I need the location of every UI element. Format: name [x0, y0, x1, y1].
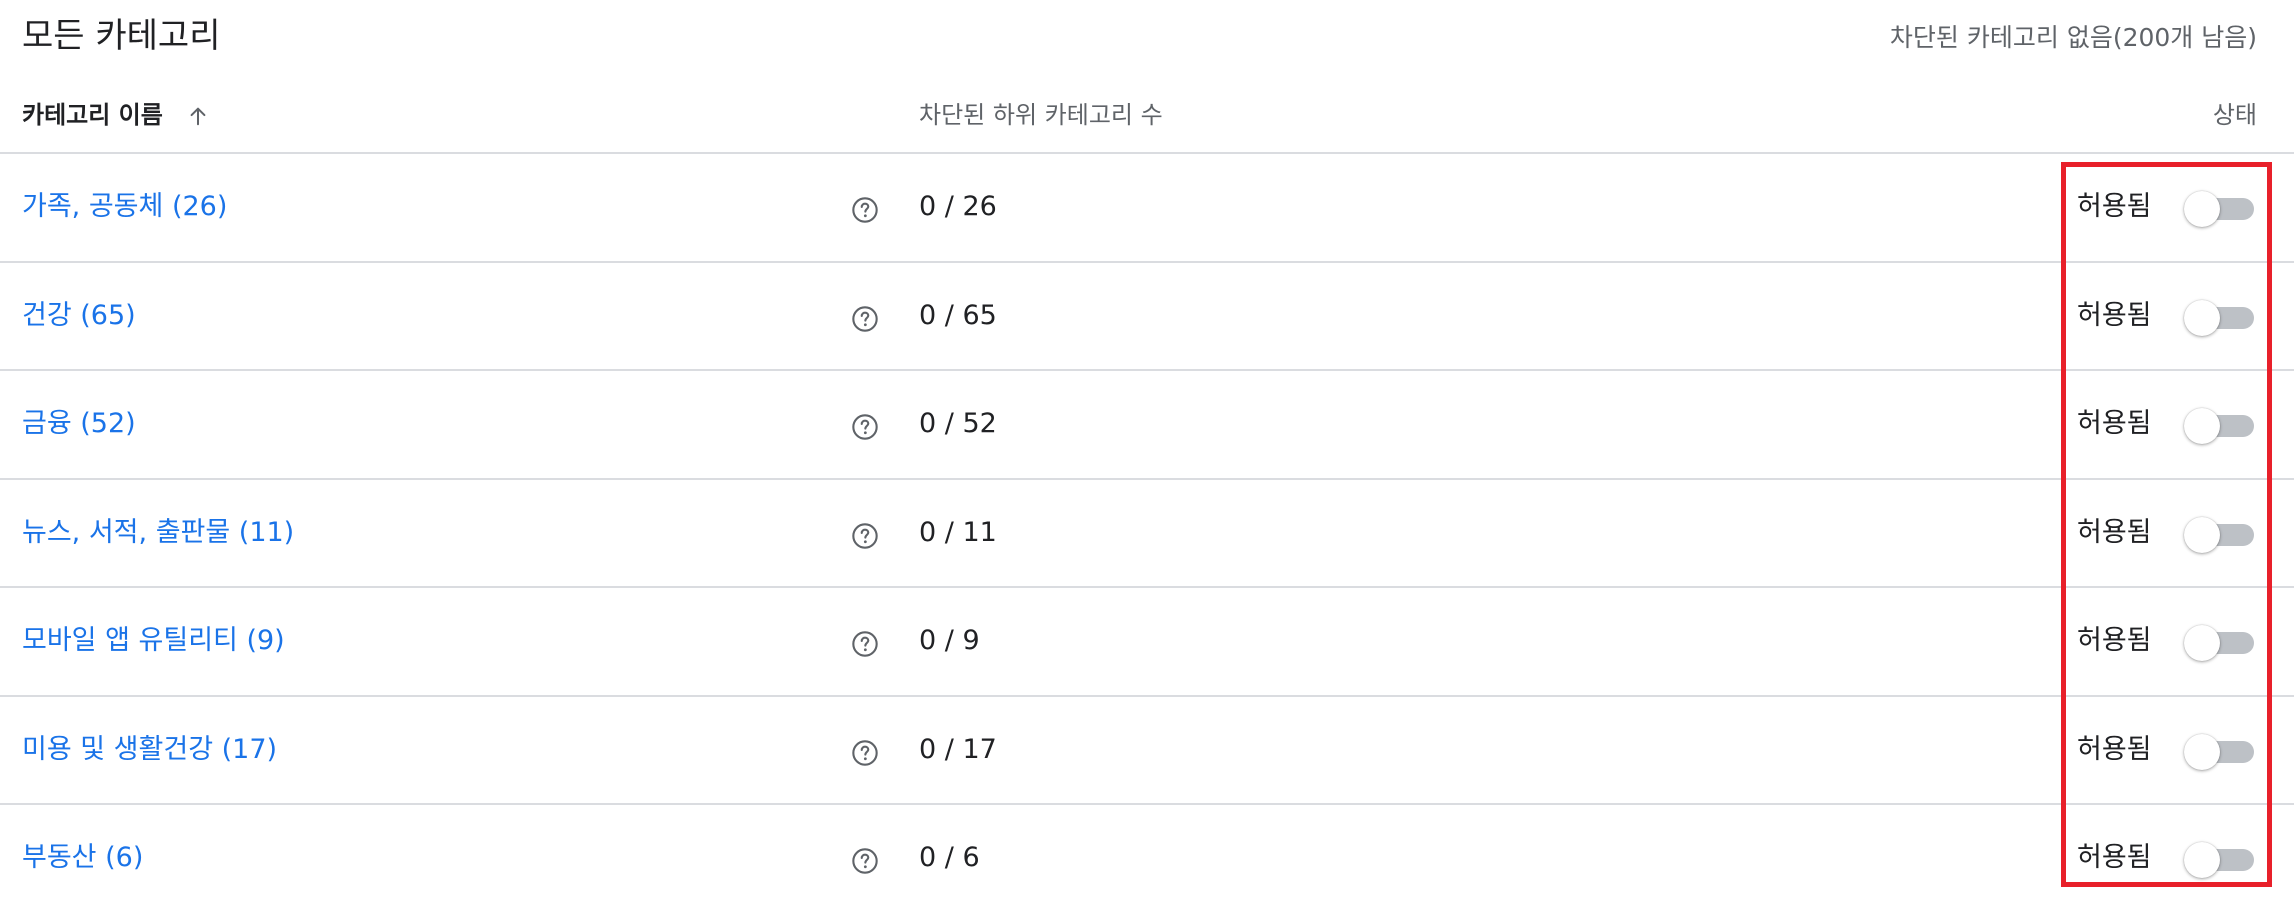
category-link[interactable]: 건강 (65)	[22, 297, 136, 335]
table-row: 모바일 앱 유틸리티 (9) 0 / 9 허용됨	[0, 588, 2294, 697]
status-toggle[interactable]	[2184, 841, 2256, 878]
status-label: 허용됨	[2077, 516, 2152, 548]
table-row: 건강 (65) 0 / 65 허용됨	[0, 263, 2294, 371]
help-circle-icon[interactable]	[851, 196, 879, 224]
help-circle-icon[interactable]	[851, 847, 879, 875]
status-label: 허용됨	[2077, 191, 2152, 222]
toggle-thumb	[2184, 625, 2220, 661]
status-toggle[interactable]	[2184, 190, 2256, 227]
toggle-thumb	[2184, 408, 2220, 444]
table-row: 가족, 공동체 (26) 0 / 26 허용됨	[0, 154, 2294, 263]
help-circle-icon[interactable]	[851, 630, 879, 658]
blocked-subcategory-count: 0 / 6	[919, 842, 980, 873]
help-circle-icon[interactable]	[851, 413, 879, 441]
table-row: 금융 (52) 0 / 52 허용됨	[0, 371, 2294, 480]
table-row: 뉴스, 서적, 출판물 (11) 0 / 11 허용됨	[0, 480, 2294, 588]
blocked-subcategory-count: 0 / 9	[919, 625, 980, 656]
blocked-subcategory-count: 0 / 11	[919, 516, 997, 548]
status-label: 허용됨	[2077, 408, 2152, 439]
status-toggle[interactable]	[2184, 407, 2256, 444]
toggle-thumb	[2184, 299, 2220, 336]
status-toggle[interactable]	[2184, 624, 2256, 661]
category-table: 가족, 공동체 (26) 0 / 26 허용됨 건강 (65) 0 / 65 허…	[0, 154, 2294, 914]
table-row: 미용 및 생활건강 (17) 0 / 17 허용됨	[0, 697, 2294, 805]
status-label: 허용됨	[2077, 625, 2152, 656]
page-title: 모든 카테고리	[22, 16, 221, 56]
blocked-subcategory-count: 0 / 26	[919, 191, 997, 222]
status-toggle[interactable]	[2184, 299, 2256, 336]
category-name-column-label: 카테고리 이름	[22, 101, 163, 129]
table-row: 부동산 (6) 0 / 6 허용됨	[0, 805, 2294, 914]
toggle-thumb	[2184, 733, 2220, 770]
help-circle-icon[interactable]	[851, 739, 879, 767]
category-link[interactable]: 모바일 앱 유틸리티 (9)	[22, 622, 285, 660]
status-label: 허용됨	[2077, 842, 2152, 873]
category-link[interactable]: 부동산 (6)	[22, 839, 143, 877]
blocked-categories-summary: 차단된 카테고리 없음(200개 남음)	[1889, 23, 2257, 52]
status-column-header: 상태	[2212, 101, 2257, 129]
status-label: 허용됨	[2077, 733, 2152, 765]
toggle-thumb	[2184, 191, 2220, 227]
blocked-subcategories-column-header: 차단된 하위 카테고리 수	[919, 101, 1163, 129]
blocked-subcategory-count: 0 / 65	[919, 299, 997, 331]
table-header: 카테고리 이름 차단된 하위 카테고리 수 상태	[0, 78, 2294, 154]
category-link[interactable]: 미용 및 생활건강 (17)	[22, 731, 277, 769]
help-circle-icon[interactable]	[851, 522, 879, 550]
blocked-subcategory-count: 0 / 17	[919, 733, 997, 765]
blocked-subcategory-count: 0 / 52	[919, 408, 997, 439]
sort-by-category-name-header[interactable]: 카테고리 이름	[22, 98, 209, 132]
category-link[interactable]: 가족, 공동체 (26)	[22, 188, 227, 226]
status-label: 허용됨	[2077, 299, 2152, 331]
status-toggle[interactable]	[2184, 733, 2256, 770]
arrow-up-icon	[190, 107, 206, 126]
toggle-thumb	[2184, 516, 2220, 553]
help-circle-icon[interactable]	[851, 305, 879, 333]
status-toggle[interactable]	[2184, 516, 2256, 553]
toggle-thumb	[2184, 842, 2220, 878]
category-link[interactable]: 금융 (52)	[22, 405, 136, 443]
category-link[interactable]: 뉴스, 서적, 출판물 (11)	[22, 514, 294, 552]
